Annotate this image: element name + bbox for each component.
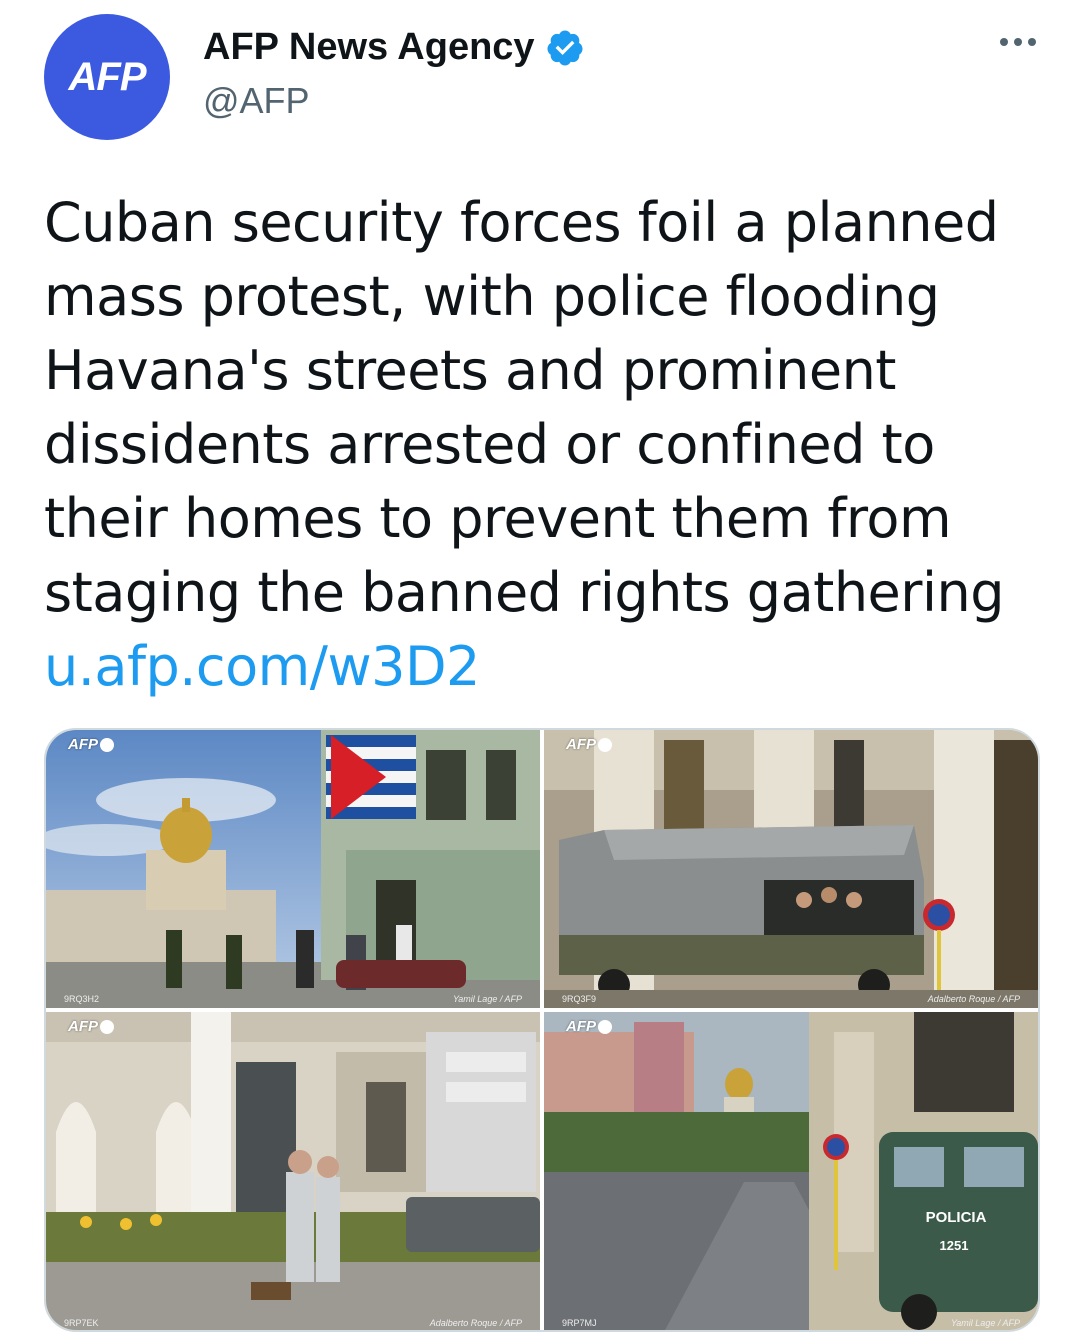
watermark-dot-icon xyxy=(100,1019,114,1034)
watermark-dot-icon xyxy=(598,737,612,752)
verified-badge-icon xyxy=(547,30,583,65)
tweet-text: Cuban security forces foil a planned mas… xyxy=(44,191,1004,624)
more-horizontal-icon xyxy=(1014,38,1022,46)
photo-image xyxy=(46,1012,540,1330)
tweet-body: Cuban security forces foil a planned mas… xyxy=(44,186,1044,704)
more-horizontal-icon xyxy=(1000,38,1008,46)
author-handle[interactable]: @AFP xyxy=(203,80,310,122)
photo-code: 9RP7MJ xyxy=(562,1318,597,1328)
photo-code: 9RP7EK xyxy=(64,1318,99,1328)
afp-watermark: AFP xyxy=(566,736,612,753)
more-options-button[interactable] xyxy=(1000,38,1036,46)
author-name-row: AFP News Agency xyxy=(203,26,585,69)
afp-watermark: AFP xyxy=(68,736,114,753)
photo-credit: Yamil Lage / AFP xyxy=(950,1318,1020,1328)
vehicle-label: POLICIA xyxy=(926,1209,987,1226)
watermark-dot-icon xyxy=(100,737,114,752)
more-horizontal-icon xyxy=(1028,38,1036,46)
tweet-link[interactable]: u.afp.com/w3D2 xyxy=(44,630,1044,704)
photo-military-truck[interactable]: AFP 9RQ3F9 Adalberto Roque / AFP xyxy=(544,730,1038,1008)
photo-capitol-flag[interactable]: AFP 9RQ3H2 Yamil Lage / AFP xyxy=(46,730,540,1008)
photo-image xyxy=(544,730,1038,1008)
author-display-name[interactable]: AFP News Agency xyxy=(203,26,535,69)
photo-code: 9RQ3H2 xyxy=(64,994,100,1004)
avatar-logo-text: AFP xyxy=(68,54,147,99)
photo-police-van-street[interactable]: POLICIA 1251 AFP 9RP7MJ Yamil Lage / AFP xyxy=(544,1012,1038,1330)
photo-police-patrol[interactable]: AFP 9RP7EK Adalberto Roque / AFP xyxy=(46,1012,540,1330)
afp-watermark: AFP xyxy=(68,1018,114,1035)
photo-code: 9RQ3F9 xyxy=(562,994,597,1004)
watermark-dot-icon xyxy=(598,1019,612,1034)
photo-credit: Adalberto Roque / AFP xyxy=(429,1318,522,1328)
author-avatar[interactable]: AFP xyxy=(44,14,170,140)
photo-credit: Yamil Lage / AFP xyxy=(452,994,522,1004)
photo-image xyxy=(46,730,540,1008)
vehicle-number: 1251 xyxy=(940,1238,969,1253)
photo-image: POLICIA 1251 xyxy=(544,1012,1038,1330)
photo-credit: Adalberto Roque / AFP xyxy=(927,994,1020,1004)
afp-watermark: AFP xyxy=(566,1018,612,1035)
media-grid: AFP 9RQ3H2 Yamil Lage / AFP AFP 9RQ3F9 A… xyxy=(44,728,1040,1332)
